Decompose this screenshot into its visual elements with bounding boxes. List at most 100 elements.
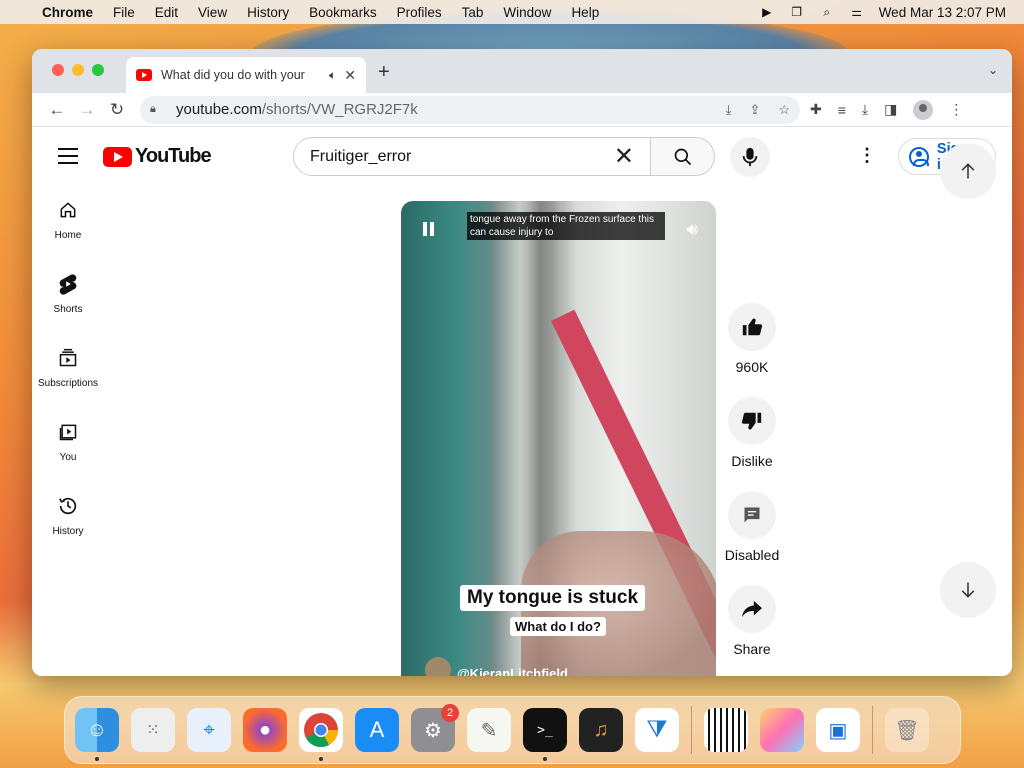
guide-item-label: Subscriptions xyxy=(37,378,99,389)
install-app-icon[interactable]: ⤓ xyxy=(726,102,732,118)
thumbs-up-icon xyxy=(742,318,763,336)
clear-search-icon[interactable]: ✕ xyxy=(614,142,634,171)
side-panel-icon[interactable]: ◨ xyxy=(884,101,897,118)
reload-button[interactable]: ↻ xyxy=(102,96,132,124)
search-input[interactable]: Fruitiger_error ✕ xyxy=(293,137,651,176)
dock-finder-icon[interactable]: ☺ xyxy=(75,708,119,761)
spotlight-search-icon[interactable]: ⌕ xyxy=(819,5,835,19)
profile-avatar-icon[interactable] xyxy=(913,99,934,120)
video-overlay-caption: My tongue is stuck xyxy=(460,585,646,611)
site-info-icon[interactable]: 🔒︎ xyxy=(150,103,168,116)
search-button[interactable] xyxy=(651,137,715,176)
minimize-window-button[interactable] xyxy=(72,64,84,76)
guide-item-history[interactable]: History xyxy=(32,482,104,556)
guide-item-you[interactable]: You xyxy=(32,408,104,482)
comments-button[interactable] xyxy=(728,491,776,539)
menu-file[interactable]: File xyxy=(103,5,145,20)
youtube-page: YouTube Fruitiger_error ✕ ⋮ Sign in xyxy=(32,128,1012,676)
home-icon xyxy=(56,198,80,222)
dock-garageband-icon[interactable]: ♫ xyxy=(579,708,623,752)
youtube-header: YouTube Fruitiger_error ✕ ⋮ Sign in xyxy=(32,128,1012,186)
media-control-icon[interactable]: ≡ xyxy=(838,102,846,118)
tab-title: What did you do with your xyxy=(161,68,305,82)
menu-tab[interactable]: Tab xyxy=(452,5,494,20)
like-action: 960K xyxy=(720,303,784,375)
guide-item-subscriptions[interactable]: Subscriptions xyxy=(32,334,104,408)
dock-pages-icon[interactable] xyxy=(760,708,804,752)
zoom-window-button[interactable] xyxy=(92,64,104,76)
chrome-menu-icon[interactable]: ⋮ xyxy=(949,101,963,118)
search-input-value: Fruitiger_error xyxy=(310,147,412,165)
thumbs-down-icon xyxy=(741,412,762,430)
dock-app-store-icon[interactable]: A xyxy=(355,708,399,752)
microphone-icon xyxy=(742,147,758,167)
voice-search-button[interactable] xyxy=(730,137,770,177)
previous-video-button[interactable] xyxy=(940,143,996,199)
tab-audio-icon[interactable]: 🔈︎ xyxy=(329,68,336,83)
menu-help[interactable]: Help xyxy=(561,5,609,20)
guide-item-shorts[interactable]: Shorts xyxy=(32,260,104,334)
youtube-play-logo-icon xyxy=(103,146,132,167)
youtube-favicon-icon xyxy=(136,69,152,81)
dock-safari-icon[interactable]: ⌖ xyxy=(187,708,231,752)
dock-vscode-icon[interactable]: ⧩ xyxy=(635,708,679,752)
new-tab-button[interactable]: + xyxy=(378,61,390,84)
video-overlay-subcaption: What do I do? xyxy=(510,617,606,636)
shorts-actions: 960K Dislike Disabled Share xyxy=(720,303,784,676)
dock-separator xyxy=(691,706,692,754)
menu-bookmarks[interactable]: Bookmarks xyxy=(299,5,387,20)
menu-window[interactable]: Window xyxy=(493,5,561,20)
dislike-button[interactable] xyxy=(728,397,776,445)
screen-mirroring-icon[interactable]: ❐ xyxy=(789,5,805,19)
tab-close-icon[interactable]: ✕ xyxy=(344,67,356,84)
channel-avatar[interactable] xyxy=(425,657,451,676)
dock-firefox-icon[interactable]: ● xyxy=(243,708,287,752)
dock-textedit-icon[interactable]: ✎ xyxy=(467,708,511,752)
volume-icon[interactable]: 🔊︎ xyxy=(687,219,698,240)
pause-icon[interactable] xyxy=(423,222,435,236)
back-button[interactable]: ← xyxy=(42,96,72,124)
play-circle-icon[interactable]: ▶ xyxy=(759,5,775,19)
dock-system-settings-icon[interactable]: ⚙ 2 xyxy=(411,704,459,752)
macos-dock: ☺ ⁙ ⌖ ● A ⚙ 2 ✎ >_ ♫ ⧩ ▣ 🗑︎ xyxy=(64,696,961,764)
menu-view[interactable]: View xyxy=(188,5,237,20)
dock-launchpad-icon[interactable]: ⁙ xyxy=(131,708,175,752)
guide-item-label: Home xyxy=(54,230,82,241)
youtube-logo[interactable]: YouTube xyxy=(103,145,212,168)
dock-chrome-icon[interactable] xyxy=(299,708,343,761)
forward-button[interactable]: → xyxy=(72,96,102,124)
like-button[interactable] xyxy=(728,303,776,351)
next-video-button[interactable] xyxy=(940,562,996,618)
menubar-status-area: ▶ ❐ ⌕ ⚌ Wed Mar 13 2:07 PM xyxy=(759,5,1024,20)
extensions-puzzle-icon[interactable]: ✚ xyxy=(810,101,822,118)
shorts-video-player[interactable]: tongue away from the Frozen surface this… xyxy=(401,201,716,676)
menu-history[interactable]: History xyxy=(237,5,299,20)
share-button[interactable] xyxy=(728,585,776,633)
browser-tab-active[interactable]: What did you do with your 🔈︎ ✕ xyxy=(126,57,366,93)
settings-more-icon[interactable]: ⋮ xyxy=(858,145,876,166)
menu-edit[interactable]: Edit xyxy=(145,5,188,20)
address-bar[interactable]: 🔒︎ youtube.com/shorts/VW_RGRJ2F7k ⤓ ⇪ ☆ xyxy=(140,95,800,124)
menu-app-chrome[interactable]: Chrome xyxy=(36,5,103,20)
share-page-icon[interactable]: ⇪ xyxy=(749,102,760,118)
bookmark-star-icon[interactable]: ☆ xyxy=(778,102,790,118)
window-controls xyxy=(52,64,104,76)
channel-name[interactable]: @KieranLitchfield xyxy=(457,666,568,676)
dock-terminal-icon[interactable]: >_ xyxy=(523,708,567,761)
dock-piano-icon[interactable] xyxy=(704,708,748,752)
dislike-action: Dislike xyxy=(720,397,784,469)
menu-profiles[interactable]: Profiles xyxy=(387,5,452,20)
dock-remote-desktop-icon[interactable]: ▣ xyxy=(816,708,860,752)
guide-item-home[interactable]: Home xyxy=(32,186,104,260)
dislike-label: Dislike xyxy=(731,453,773,469)
dock-trash-icon[interactable]: 🗑︎ xyxy=(885,708,929,752)
guide-menu-icon[interactable] xyxy=(58,148,78,164)
close-window-button[interactable] xyxy=(52,64,64,76)
closed-caption-text: tongue away from the Frozen surface this… xyxy=(467,212,665,240)
browser-toolbar: ← → ↻ 🔒︎ youtube.com/shorts/VW_RGRJ2F7k … xyxy=(32,93,1012,127)
guide-item-label: History xyxy=(52,526,84,537)
menubar-clock[interactable]: Wed Mar 13 2:07 PM xyxy=(879,5,1006,20)
control-center-icon[interactable]: ⚌ xyxy=(849,5,865,19)
tab-search-chevron-icon[interactable]: ⌄ xyxy=(988,63,998,77)
downloads-icon[interactable]: ⤓ xyxy=(862,101,868,118)
